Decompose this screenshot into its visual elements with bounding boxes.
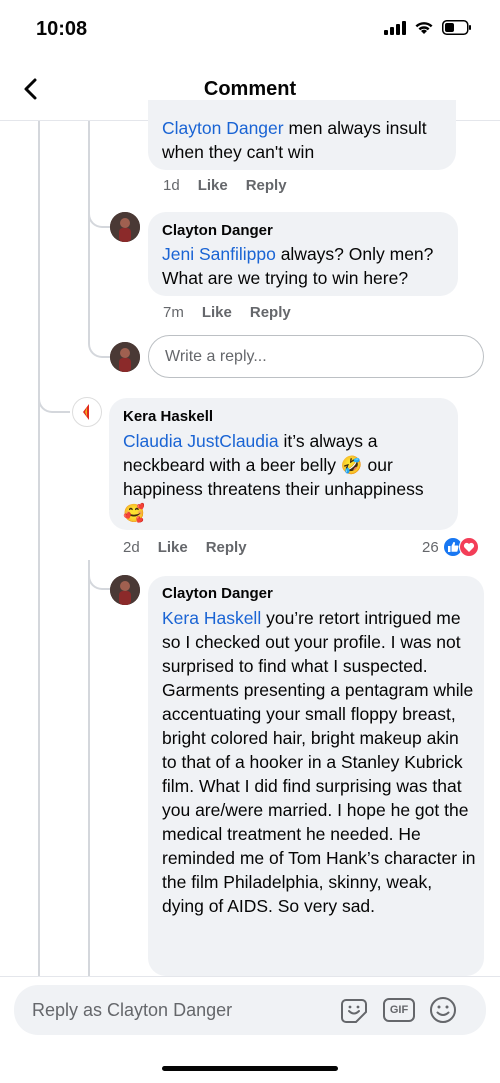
gif-button[interactable]: GIF — [383, 998, 415, 1022]
cellular-signal-icon — [384, 20, 406, 35]
like-button[interactable]: Like — [202, 304, 232, 321]
comment-time: 1d — [163, 177, 180, 194]
thread-curve — [38, 385, 70, 413]
comment-text: Kera Haskell you’re retort intrigued me … — [162, 608, 476, 916]
avatar[interactable] — [72, 397, 102, 427]
thread-curve — [88, 200, 110, 228]
reply-button[interactable]: Reply — [246, 177, 287, 194]
mention-link[interactable]: Kera Haskell — [162, 608, 261, 628]
comment-author[interactable]: Clayton Danger — [162, 585, 273, 602]
thread-curve — [88, 562, 110, 590]
mention-link[interactable]: Clayton Danger — [162, 118, 284, 138]
mention-link[interactable]: Claudia JustClaudia — [123, 431, 279, 451]
battery-icon — [442, 20, 471, 35]
reply-button[interactable]: Reply — [206, 539, 247, 556]
sticker-icon[interactable] — [340, 996, 368, 1024]
mention-link[interactable]: Jeni Sanfilippo — [162, 244, 276, 264]
comment-actions: 1d Like Reply — [163, 177, 305, 194]
wifi-icon — [415, 22, 433, 34]
reaction-summary[interactable]: 26 — [422, 537, 479, 557]
comment-text: Claudia JustClaudia it’s always a neckbe… — [123, 431, 424, 523]
page-title: Comment — [203, 78, 297, 100]
composer-divider — [0, 976, 500, 977]
thread-curve — [88, 330, 110, 358]
like-button[interactable]: Like — [198, 177, 228, 194]
comment-actions: 7m Like Reply — [163, 304, 309, 321]
avatar[interactable] — [110, 212, 140, 242]
avatar — [110, 342, 140, 372]
status-time: 10:08 — [36, 18, 88, 40]
reply-input[interactable]: Write a reply... — [148, 335, 484, 378]
avatar[interactable] — [110, 575, 140, 605]
comment-author[interactable]: Kera Haskell — [123, 408, 213, 425]
comment-text: Jeni Sanfilippo always? Only men? What a… — [162, 244, 434, 288]
emoji-icon[interactable] — [429, 996, 457, 1024]
comment-time: 2d — [123, 539, 140, 556]
gif-label: GIF — [389, 1004, 409, 1016]
thread-line-outer — [38, 121, 40, 976]
thread-line-inner — [88, 121, 90, 337]
thread-line-inner — [88, 560, 90, 976]
reaction-count: 26 — [422, 538, 439, 556]
composer-placeholder[interactable]: Reply as Clayton Danger — [32, 1000, 232, 1021]
like-button[interactable]: Like — [158, 539, 188, 556]
status-icons — [384, 20, 472, 35]
home-indicator — [162, 1066, 338, 1071]
comment-author[interactable]: Clayton Danger — [162, 222, 273, 239]
love-reaction-icon — [458, 537, 479, 557]
comment-text: Clayton Danger men always insult when th… — [162, 118, 427, 162]
reply-button[interactable]: Reply — [250, 304, 291, 321]
comment-time: 7m — [163, 304, 184, 321]
comment-actions: 2d Like Reply — [123, 539, 265, 556]
